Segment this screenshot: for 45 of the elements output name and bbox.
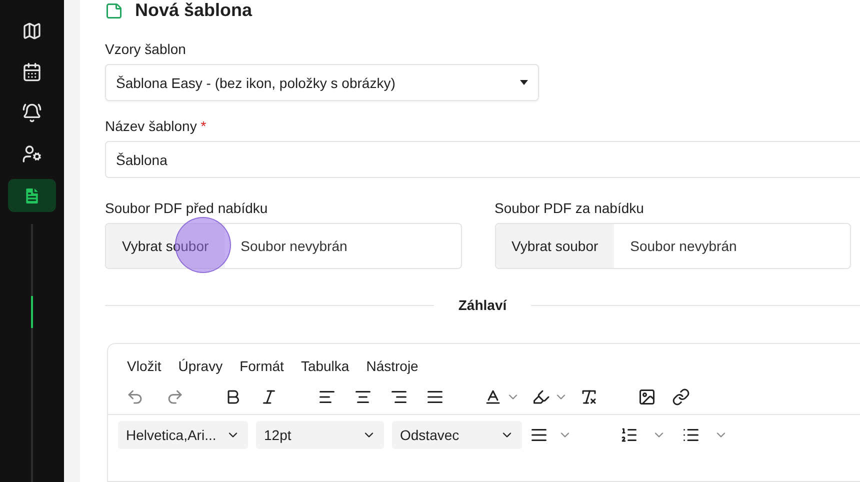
map-icon xyxy=(22,20,42,41)
scrollbar-thumb[interactable] xyxy=(31,296,33,328)
calendar-icon xyxy=(22,62,42,82)
numbered-list-icon[interactable] xyxy=(620,426,638,444)
block-format-select[interactable]: Odstavec xyxy=(392,421,522,449)
field-label: Vzory šablon xyxy=(105,41,187,57)
required-mark: * xyxy=(200,118,206,134)
image-icon[interactable] xyxy=(638,388,656,406)
menu-item[interactable]: Formát xyxy=(240,358,284,374)
bullet-list-icon[interactable] xyxy=(682,426,700,444)
clear-format-icon[interactable] xyxy=(580,388,598,406)
section-heading: Záhlaví xyxy=(458,297,507,313)
font-size-select[interactable]: 12pt xyxy=(256,421,384,449)
page-title: Nová šablona xyxy=(135,0,252,21)
menu-item[interactable]: Vložit xyxy=(127,358,162,374)
menu-item[interactable]: Tabulka xyxy=(300,358,350,374)
choose-file-button[interactable]: Vybrat soubor xyxy=(106,224,225,268)
template-select[interactable]: Šablona Easy - (bez ikon, položky s obrázky) xyxy=(105,64,539,101)
menu-item[interactable]: Nástroje xyxy=(366,358,418,374)
font-family-select[interactable]: Helvetica,Ari... xyxy=(118,421,248,449)
field-label: Soubor PDF za nabídku xyxy=(494,200,645,216)
line-height-icon[interactable] xyxy=(530,426,548,444)
sidebar-item[interactable] xyxy=(8,179,56,212)
text-color-icon[interactable] xyxy=(484,388,502,406)
file-status: Soubor nevybrán xyxy=(240,238,348,254)
link-icon[interactable] xyxy=(672,388,690,406)
align-right-icon[interactable] xyxy=(390,388,408,406)
file-status: Soubor nevybrán xyxy=(629,238,737,254)
highlighter-icon[interactable] xyxy=(532,388,550,406)
align-justify-icon[interactable] xyxy=(426,388,444,406)
file-input[interactable]: Vybrat soubor Soubor nevybrán xyxy=(105,223,462,269)
field-label: Soubor PDF před nabídku xyxy=(105,200,269,216)
bell-icon xyxy=(22,103,42,124)
align-center-icon[interactable] xyxy=(354,388,372,406)
italic-icon[interactable] xyxy=(260,388,278,406)
caret-icon xyxy=(520,80,528,85)
menu-item[interactable]: Úpravy xyxy=(178,358,223,374)
align-left-icon[interactable] xyxy=(318,388,336,406)
template-icon xyxy=(105,2,123,20)
undo-icon[interactable] xyxy=(126,388,144,406)
field-label: Název šablony * xyxy=(105,118,208,134)
name-field[interactable]: Šablona xyxy=(105,141,860,178)
redo-icon[interactable] xyxy=(166,388,184,406)
choose-file-button[interactable]: Vybrat soubor xyxy=(496,224,614,268)
file-input[interactable]: Vybrat soubor Soubor nevybrán xyxy=(494,223,851,269)
